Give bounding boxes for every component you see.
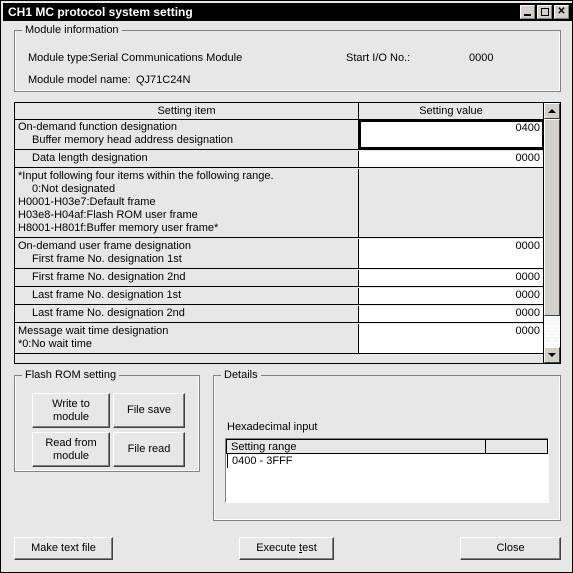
setting-range-row[interactable]: 0400 - 3FFF — [227, 454, 549, 468]
setting-item-line: Buffer memory head address designation — [32, 134, 233, 146]
setting-value-cell[interactable]: 0000 — [359, 151, 544, 167]
module-type-value: Serial Communications Module — [90, 52, 243, 64]
setting-item-line: Last frame No. designation 1st — [32, 289, 182, 301]
make-text-file-button[interactable]: Make text file — [14, 537, 113, 560]
table-row[interactable]: On-demand user frame designation First fr… — [15, 239, 544, 269]
read-from-module-button[interactable]: Read from module — [32, 432, 110, 467]
file-save-label: File save — [126, 404, 172, 416]
settings-table-scrollbar[interactable] — [543, 103, 560, 363]
flash-rom-setting-group: Flash ROM setting Write to module File sa… — [14, 369, 200, 472]
maximize-icon — [540, 8, 549, 16]
module-information-legend: Module information — [22, 24, 122, 36]
minimize-icon — [524, 14, 531, 16]
execute-test-label-pre: Execute — [256, 542, 300, 554]
setting-item-line: *0:No wait time — [18, 338, 92, 350]
setting-item-line: First frame No. designation 2nd — [32, 271, 186, 283]
setting-value-cell-focused[interactable]: 0400 — [359, 120, 544, 149]
maximize-button[interactable] — [537, 5, 552, 19]
hexadecimal-input-label: Hexadecimal input — [227, 421, 318, 433]
setting-value-cell[interactable]: 0000 — [359, 306, 544, 322]
setting-item-line: Last frame No. designation 2nd — [32, 307, 185, 319]
setting-item-line: On-demand user frame designation — [18, 240, 192, 252]
file-save-button[interactable]: File save — [113, 393, 185, 428]
setting-item-line: Message wait time designation — [18, 325, 169, 337]
setting-value-cell[interactable]: 0000 — [359, 288, 544, 304]
start-io-value: 0000 — [469, 52, 494, 64]
column-header-setting-value[interactable]: Setting value — [359, 103, 544, 120]
setting-item-cell[interactable]: Last frame No. designation 1st — [15, 288, 359, 304]
setting-value-cell[interactable]: 0000 — [359, 324, 544, 353]
details-group: Details Hexadecimal input Setting range … — [213, 369, 561, 521]
mc-protocol-system-setting-window: CH1 MC protocol system setting ✕ Module … — [0, 0, 573, 573]
column-header-setting-item[interactable]: Setting item — [15, 103, 359, 120]
scroll-down-button[interactable] — [544, 347, 560, 363]
write-to-module-label: Write to module — [52, 397, 90, 423]
setting-item-line: *Input following four items within the f… — [18, 170, 274, 182]
titlebar: CH1 MC protocol system setting ✕ — [3, 3, 572, 21]
setting-item-cell[interactable]: On-demand user frame designation First fr… — [15, 239, 359, 268]
setting-item-cell[interactable]: Data length designation — [15, 151, 359, 167]
scroll-up-button[interactable] — [544, 103, 560, 119]
close-icon: ✕ — [557, 6, 566, 17]
table-row[interactable]: Data length designation 0000 — [15, 151, 544, 168]
setting-item-cell[interactable]: Message wait time designation *0:No wait … — [15, 324, 359, 353]
setting-item-line: H03e8-H04af:Flash ROM user frame — [18, 209, 198, 221]
arrow-up-icon — [548, 109, 556, 113]
setting-item-cell[interactable]: First frame No. designation 2nd — [15, 270, 359, 286]
start-io-label: Start I/O No.: — [346, 52, 411, 64]
setting-range-table-header: Setting range — [226, 439, 548, 454]
module-information-group: Module information Module type: Serial C… — [14, 24, 561, 92]
table-row[interactable]: First frame No. designation 2nd 0000 — [15, 270, 544, 287]
setting-value-cell[interactable]: 0000 — [359, 270, 544, 286]
titlebar-buttons: ✕ — [520, 5, 572, 19]
table-row[interactable]: Last frame No. designation 2nd 0000 — [15, 306, 544, 323]
setting-item-line: Data length designation — [32, 152, 148, 164]
arrow-down-icon — [548, 353, 556, 357]
file-read-label: File read — [127, 443, 171, 455]
scrollbar-thumb[interactable] — [544, 119, 560, 316]
execute-test-label: Execute test — [256, 542, 317, 555]
minimize-button[interactable] — [520, 5, 535, 19]
setting-item-line: 0:Not designated — [32, 183, 116, 195]
setting-item-line: On-demand function designation — [18, 121, 177, 133]
close-button[interactable]: ✕ — [554, 5, 569, 19]
setting-item-line: First frame No. designation 1st — [32, 253, 182, 265]
table-row[interactable]: Message wait time designation *0:No wait … — [15, 324, 544, 354]
setting-item-line: H8001-H801f:Buffer memory user frame* — [18, 222, 219, 234]
details-legend: Details — [221, 369, 261, 381]
settings-table: Setting item Setting value On-demand fun… — [14, 102, 561, 364]
make-text-file-label: Make text file — [31, 542, 96, 554]
module-model-value: QJ71C24N — [136, 74, 191, 86]
setting-range-table: Setting range 0400 - 3FFF — [225, 438, 549, 503]
module-model-label: Module model name: — [28, 74, 131, 86]
module-type-label: Module type: — [28, 52, 91, 64]
setting-value-cell[interactable]: 0000 — [359, 239, 544, 268]
table-row[interactable]: On-demand function designation Buffer mem… — [15, 120, 544, 150]
table-row[interactable]: Last frame No. designation 1st 0000 — [15, 288, 544, 305]
setting-item-cell[interactable]: On-demand function designation Buffer mem… — [15, 120, 359, 149]
close-dialog-button[interactable]: Close — [460, 537, 561, 560]
setting-item-line: H0001-H03e7:Default frame — [18, 196, 156, 208]
setting-item-cell[interactable]: *Input following four items within the f… — [15, 169, 359, 237]
column-header-blank[interactable] — [486, 439, 548, 454]
setting-item-cell[interactable]: Last frame No. designation 2nd — [15, 306, 359, 322]
setting-value-cell — [359, 169, 544, 237]
file-read-button[interactable]: File read — [113, 432, 185, 467]
table-row[interactable]: *Input following four items within the f… — [15, 169, 544, 238]
flash-rom-legend: Flash ROM setting — [22, 369, 120, 381]
execute-test-button[interactable]: Execute test — [239, 537, 334, 560]
write-to-module-button[interactable]: Write to module — [32, 393, 110, 428]
window-title: CH1 MC protocol system setting — [8, 5, 193, 19]
execute-test-label-post: est — [302, 542, 317, 554]
close-dialog-label: Close — [496, 542, 525, 554]
read-from-module-label: Read from module — [45, 436, 97, 462]
column-header-setting-range[interactable]: Setting range — [226, 439, 487, 454]
